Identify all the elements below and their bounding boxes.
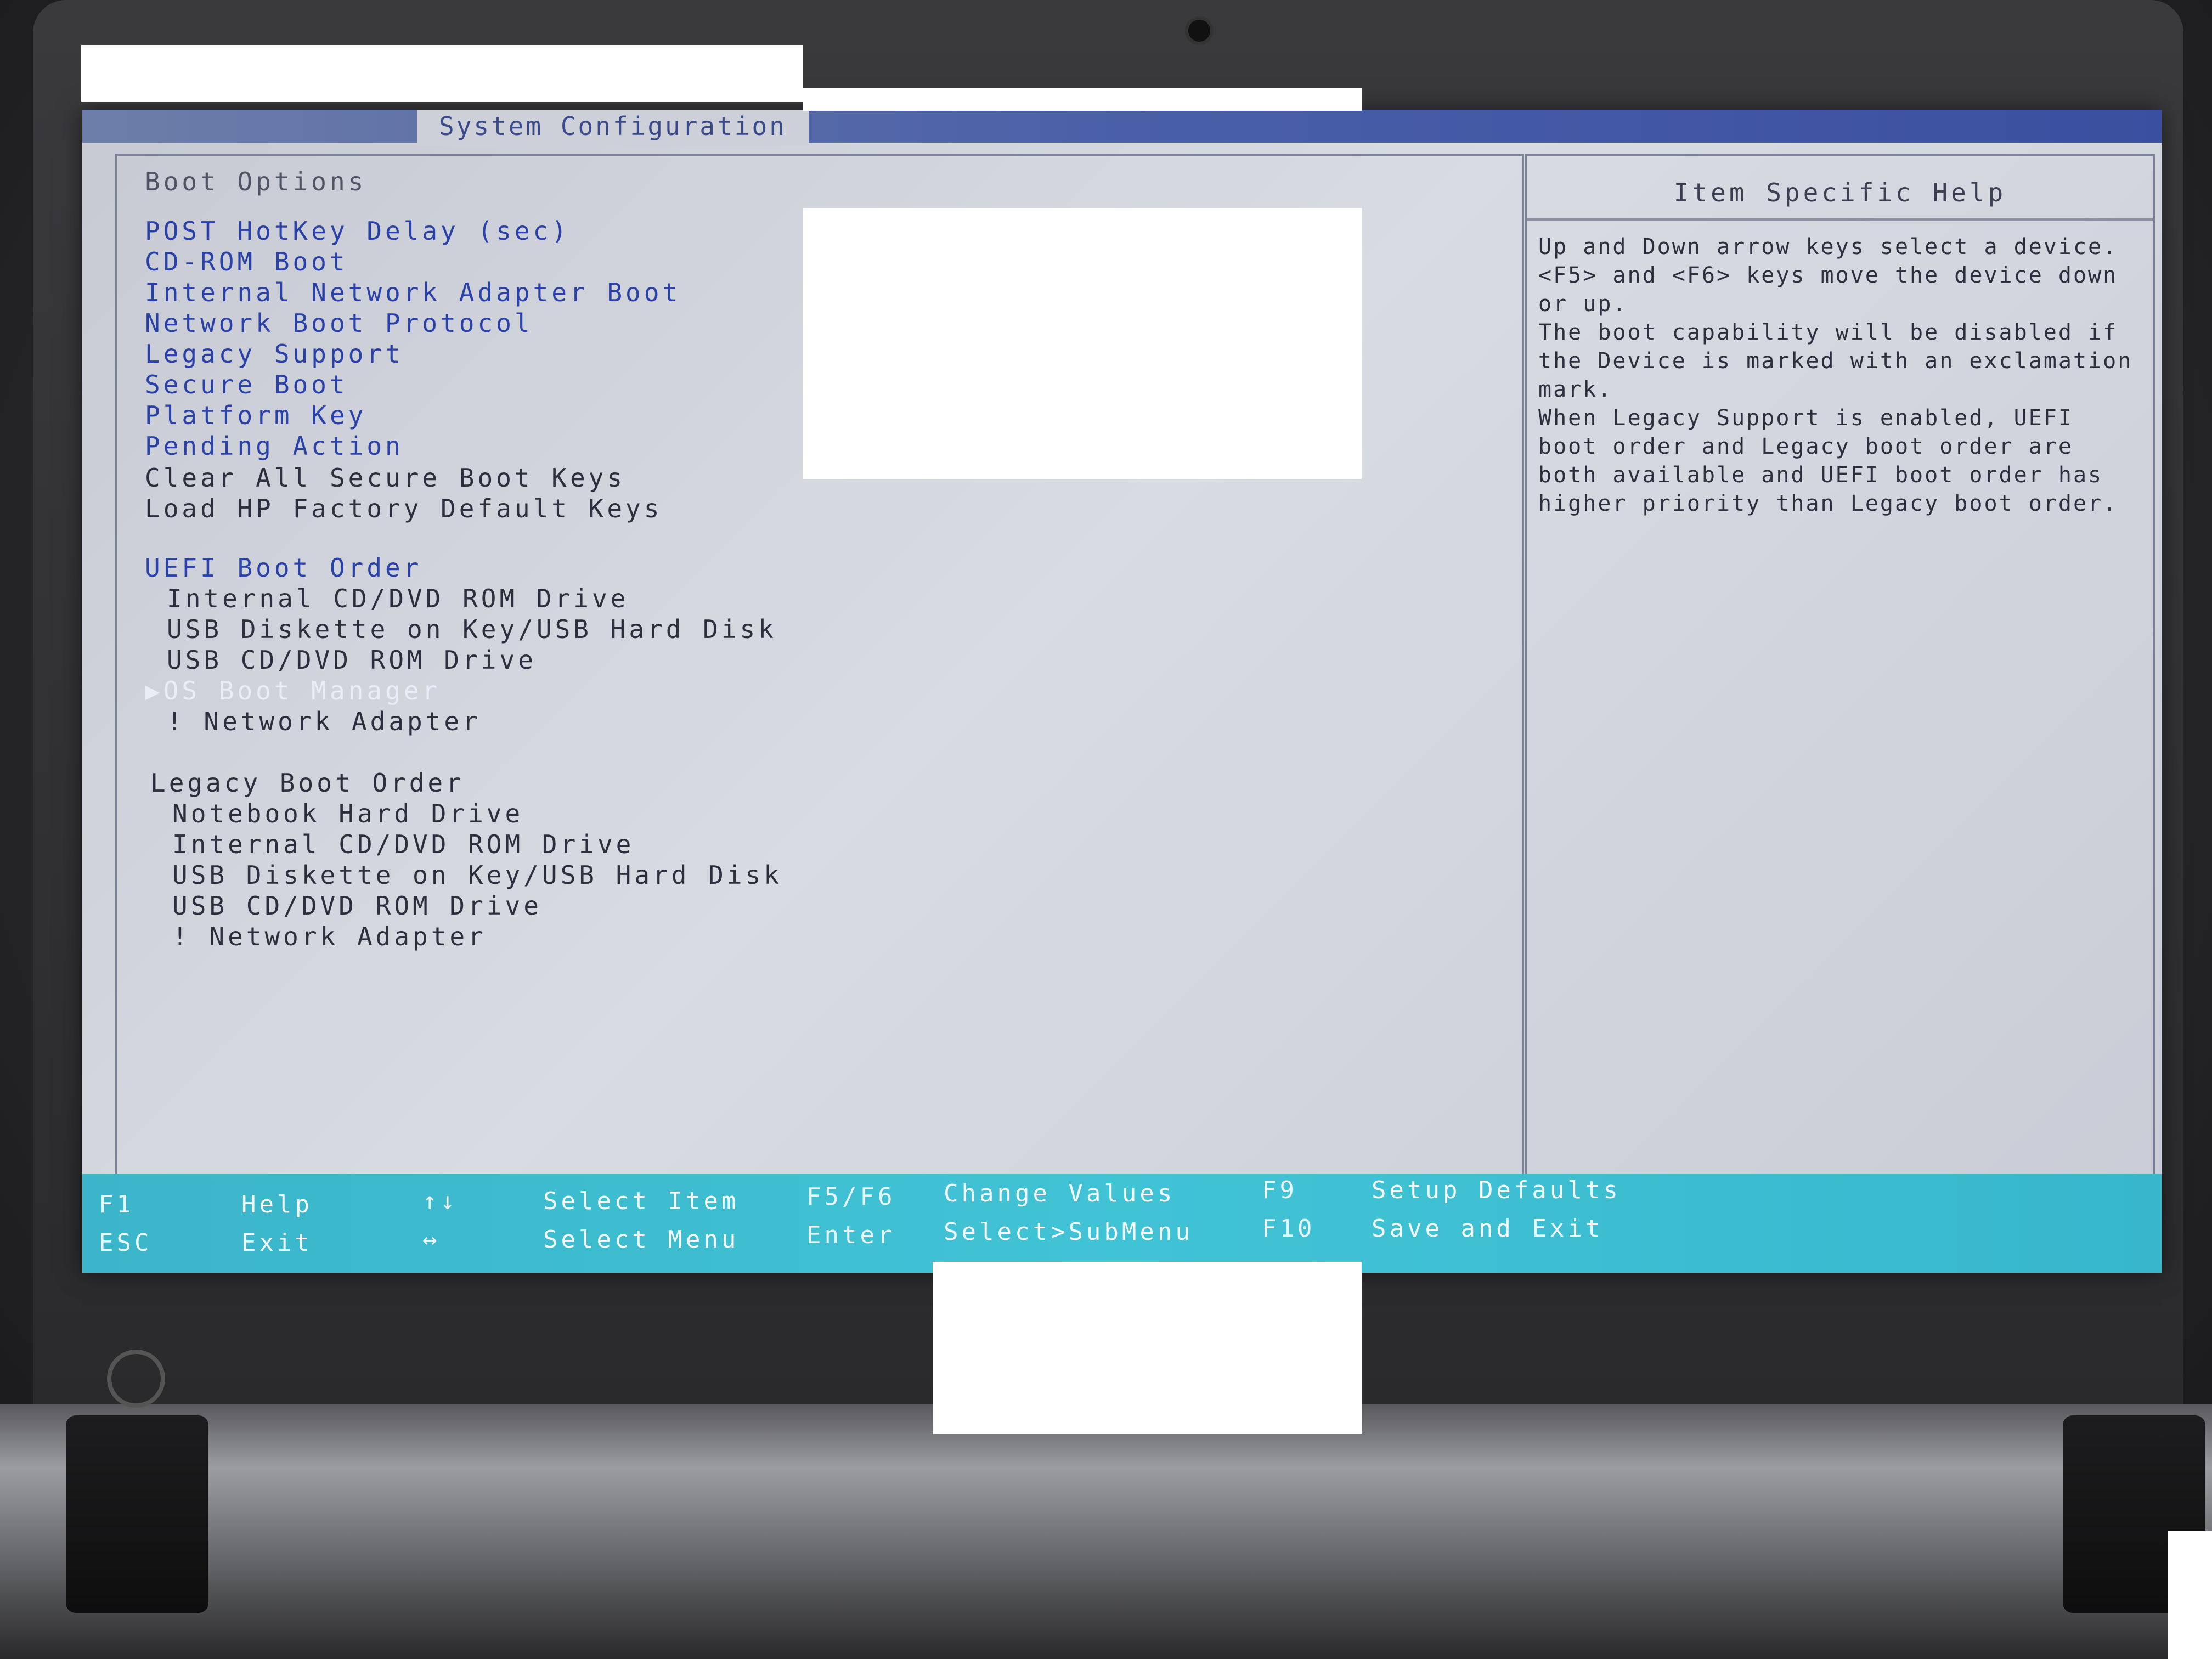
legacy-item[interactable]: ! Network Adapter	[172, 922, 487, 951]
key-f10: F10	[1262, 1215, 1316, 1243]
uefi-item[interactable]: Internal CD/DVD ROM Drive	[167, 584, 629, 613]
hint-select-item: Select Item	[543, 1187, 740, 1215]
legacy-item[interactable]: USB Diskette on Key/USB Hard Disk	[172, 860, 782, 890]
selection-arrow-icon: ▶	[145, 676, 163, 706]
help-text: Up and Down arrow keys select a device. …	[1538, 233, 2142, 518]
title-bar	[82, 110, 2162, 143]
help-title: Item Specific Help	[1527, 178, 2153, 221]
help-paragraph: Up and Down arrow keys select a device. …	[1538, 234, 2118, 317]
help-panel: Item Specific Help Up and Down arrow key…	[1525, 154, 2155, 1189]
redaction-box	[2168, 1531, 2212, 1659]
help-paragraph: When Legacy Support is enabled, UEFI boo…	[1538, 405, 2118, 516]
key-hint-bar: F1 ESC Help Exit ↑↓ ↔ Select Item Select…	[82, 1174, 2162, 1273]
key-f5f6: F5/F6	[806, 1183, 896, 1211]
option-post-hotkey-delay[interactable]: POST HotKey Delay (sec)	[145, 216, 570, 246]
redaction-box	[803, 88, 1362, 111]
hint-help: Help	[241, 1190, 313, 1218]
option-cd-rom-boot[interactable]: CD-ROM Boot	[145, 247, 348, 276]
option-legacy-support[interactable]: Legacy Support	[145, 339, 404, 369]
hint-exit: Exit	[241, 1229, 313, 1257]
legacy-boot-order-header: Legacy Boot Order	[150, 768, 465, 798]
help-paragraph: The boot capability will be disabled if …	[1538, 320, 2133, 402]
redaction-box	[933, 1262, 1362, 1434]
uefi-item[interactable]: USB Diskette on Key/USB Hard Disk	[167, 614, 777, 644]
hint-setup-defaults: Setup Defaults	[1372, 1176, 1621, 1204]
hint-change-values: Change Values	[944, 1180, 1176, 1207]
leftright-arrows-icon: ↔	[422, 1226, 441, 1254]
option-secure-boot[interactable]: Secure Boot	[145, 370, 348, 399]
webcam	[1185, 16, 1214, 45]
power-indicator	[107, 1350, 165, 1408]
option-platform-key[interactable]: Platform Key	[145, 400, 366, 430]
hint-select-submenu: Select>SubMenu	[944, 1218, 1193, 1246]
hint-select-menu: Select Menu	[543, 1226, 740, 1254]
updown-arrows-icon: ↑↓	[422, 1187, 458, 1215]
option-network-boot-protocol[interactable]: Network Boot Protocol	[145, 308, 533, 338]
legacy-item[interactable]: Internal CD/DVD ROM Drive	[172, 830, 634, 859]
key-enter: Enter	[806, 1221, 896, 1249]
hint-save-exit: Save and Exit	[1372, 1215, 1604, 1243]
action-load-hp-factory-keys[interactable]: Load HP Factory Default Keys	[145, 494, 662, 523]
action-clear-secure-boot-keys[interactable]: Clear All Secure Boot Keys	[145, 463, 625, 493]
uefi-boot-order-header[interactable]: UEFI Boot Order	[145, 553, 422, 583]
key-f9: F9	[1262, 1176, 1297, 1204]
uefi-item[interactable]: USB CD/DVD ROM Drive	[167, 645, 537, 675]
laptop-base	[0, 1404, 2212, 1659]
section-title: Boot Options	[145, 167, 367, 196]
uefi-item[interactable]: ! Network Adapter	[167, 707, 481, 736]
redaction-box	[803, 208, 1362, 479]
legacy-item[interactable]: Notebook Hard Drive	[172, 799, 523, 828]
hinge-left	[66, 1415, 208, 1613]
legacy-item[interactable]: USB CD/DVD ROM Drive	[172, 891, 542, 921]
option-pending-action[interactable]: Pending Action	[145, 431, 404, 461]
key-f1: F1	[99, 1190, 134, 1218]
option-internal-network-adapter-boot[interactable]: Internal Network Adapter Boot	[145, 278, 681, 307]
key-esc: ESC	[99, 1229, 153, 1257]
redaction-box	[81, 45, 803, 102]
tab-system-configuration[interactable]: System Configuration	[417, 110, 809, 146]
uefi-item-selected[interactable]: ▶OS Boot Manager	[145, 676, 441, 706]
